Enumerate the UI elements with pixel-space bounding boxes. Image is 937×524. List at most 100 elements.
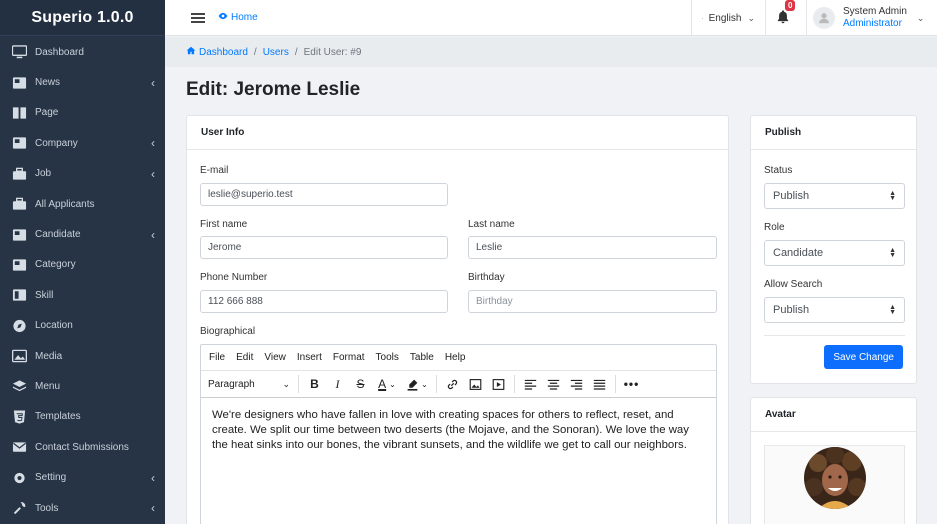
page-title: Edit: Jerome Leslie xyxy=(186,79,361,100)
editor-menu-tools[interactable]: Tools xyxy=(376,352,399,363)
align-right-icon xyxy=(570,379,583,390)
status-value: Publish xyxy=(773,190,810,202)
save-change-button[interactable]: Save Change xyxy=(824,345,903,369)
home-link[interactable]: Home xyxy=(218,12,258,23)
chevron-left-icon: ‹ xyxy=(151,136,155,151)
first-name-field[interactable] xyxy=(200,236,448,259)
sidebar-item-page[interactable]: Page xyxy=(0,98,165,128)
sidebar-item-news[interactable]: News ‹ xyxy=(0,67,165,97)
sidebar-item-label: Company xyxy=(35,137,78,149)
toolbar-divider xyxy=(615,375,616,393)
breadcrumb-users[interactable]: Users xyxy=(263,47,289,58)
user-info-header: User Info xyxy=(187,116,728,150)
notifications-button[interactable]: 0 xyxy=(765,0,806,36)
sidebar-item-label: Candidate xyxy=(35,229,81,241)
more-horizontal-icon: ••• xyxy=(623,377,640,391)
editor-menu-help[interactable]: Help xyxy=(445,352,466,363)
editor-menu-file[interactable]: File xyxy=(209,352,225,363)
chevron-down-icon: ⌄ xyxy=(389,379,396,389)
monitor-icon xyxy=(11,45,27,59)
sidebar-item-media[interactable]: Media xyxy=(0,341,165,371)
sidebar-item-label: All Applicants xyxy=(35,198,95,210)
align-justify-icon xyxy=(593,379,606,390)
highlighter-icon xyxy=(407,379,418,391)
more-button[interactable]: ••• xyxy=(620,374,643,394)
toolbar-divider xyxy=(514,375,515,393)
sidebar-item-menu[interactable]: Menu xyxy=(0,371,165,401)
sidebar-item-job[interactable]: Job ‹ xyxy=(0,159,165,189)
breadcrumb: Dashboard / Users / Edit User: #9 xyxy=(165,37,937,67)
sidebar-item-company[interactable]: Company ‹ xyxy=(0,128,165,158)
highlight-button[interactable]: ⌄ xyxy=(402,374,432,394)
editor-menu-view[interactable]: View xyxy=(264,352,286,363)
align-center-icon xyxy=(547,379,560,390)
hamburger-menu-icon[interactable] xyxy=(191,11,205,25)
allow-search-label: Allow Search xyxy=(764,279,823,290)
compass-icon xyxy=(11,319,27,333)
editor-menu-edit[interactable]: Edit xyxy=(236,352,253,363)
sidebar-item-contact-submissions[interactable]: Contact Submissions xyxy=(0,432,165,462)
allow-search-select[interactable]: Publish ▲ ▼ xyxy=(764,297,905,323)
bold-button[interactable]: B xyxy=(303,374,326,394)
media-button[interactable] xyxy=(487,374,510,394)
role-value: Candidate xyxy=(773,247,824,259)
sidebar-item-setting[interactable]: Setting ‹ xyxy=(0,462,165,492)
avatar-upload-box[interactable] xyxy=(764,445,905,524)
sidebar-item-templates[interactable]: Templates xyxy=(0,402,165,432)
link-button[interactable] xyxy=(441,374,464,394)
chevron-left-icon: ‹ xyxy=(151,470,155,485)
editor-body[interactable]: We're designers who have fallen in love … xyxy=(201,398,716,463)
align-left-icon xyxy=(524,379,537,390)
image-icon xyxy=(11,349,27,363)
app-title[interactable]: Superio 1.0.0 xyxy=(0,0,165,36)
sidebar-item-tools[interactable]: Tools ‹ xyxy=(0,493,165,523)
last-name-field[interactable] xyxy=(468,236,717,259)
avatar xyxy=(813,7,835,29)
editor-menu-insert[interactable]: Insert xyxy=(297,352,322,363)
editor-toolbar: Paragraph ⌄ B I S A ⌄ ⌄ ••• xyxy=(201,371,716,398)
justify-button[interactable] xyxy=(588,374,611,394)
birthday-field[interactable] xyxy=(468,290,717,313)
image-button[interactable] xyxy=(464,374,487,394)
sidebar-item-label: Page xyxy=(35,107,59,119)
sidebar-item-dashboard[interactable]: Dashboard xyxy=(0,37,165,67)
sidebar-item-category[interactable]: Category xyxy=(0,250,165,280)
user-dropdown[interactable]: System Admin Administrator ⌄ xyxy=(806,0,937,36)
block-format-value: Paragraph xyxy=(208,378,255,390)
company-icon xyxy=(11,136,27,150)
breadcrumb-dashboard[interactable]: Dashboard xyxy=(199,47,248,58)
skill-icon xyxy=(11,288,27,302)
sidebar-item-skill[interactable]: Skill xyxy=(0,280,165,310)
email-field[interactable] xyxy=(200,183,448,206)
align-left-button[interactable] xyxy=(519,374,542,394)
sidebar-item-location[interactable]: Location xyxy=(0,311,165,341)
candidate-icon xyxy=(11,228,27,242)
select-arrows-icon: ▲ ▼ xyxy=(889,304,896,316)
text-color-button[interactable]: A ⌄ xyxy=(372,374,402,394)
italic-button[interactable]: I xyxy=(326,374,349,394)
align-right-button[interactable] xyxy=(565,374,588,394)
sidebar-item-candidate[interactable]: Candidate ‹ xyxy=(0,219,165,249)
phone-label: Phone Number xyxy=(200,272,268,283)
user-info: System Admin Administrator xyxy=(843,6,907,30)
role-select[interactable]: Candidate ▲ ▼ xyxy=(764,240,905,266)
page-icon xyxy=(11,106,27,120)
language-dropdown[interactable]: English ⌄ xyxy=(691,0,765,36)
block-format-select[interactable]: Paragraph ⌄ xyxy=(208,374,294,394)
status-select[interactable]: Publish ▲ ▼ xyxy=(764,183,905,209)
sidebar-item-all-applicants[interactable]: All Applicants xyxy=(0,189,165,219)
image-icon xyxy=(469,378,482,390)
chevron-down-icon: ⌄ xyxy=(421,379,428,389)
chevron-down-icon: ⌄ xyxy=(282,378,290,389)
rich-text-editor: File Edit View Insert Format Tools Table… xyxy=(200,344,717,524)
align-center-button[interactable] xyxy=(542,374,565,394)
role-label: Role xyxy=(764,222,785,233)
editor-menu-format[interactable]: Format xyxy=(333,352,365,363)
phone-field[interactable] xyxy=(200,290,448,313)
home-link-label: Home xyxy=(231,12,258,23)
editor-menu-table[interactable]: Table xyxy=(410,352,434,363)
email-label: E-mail xyxy=(200,165,229,176)
select-arrows-icon: ▲ ▼ xyxy=(889,190,896,202)
uk-flag-icon xyxy=(702,17,703,19)
strikethrough-button[interactable]: S xyxy=(349,374,372,394)
